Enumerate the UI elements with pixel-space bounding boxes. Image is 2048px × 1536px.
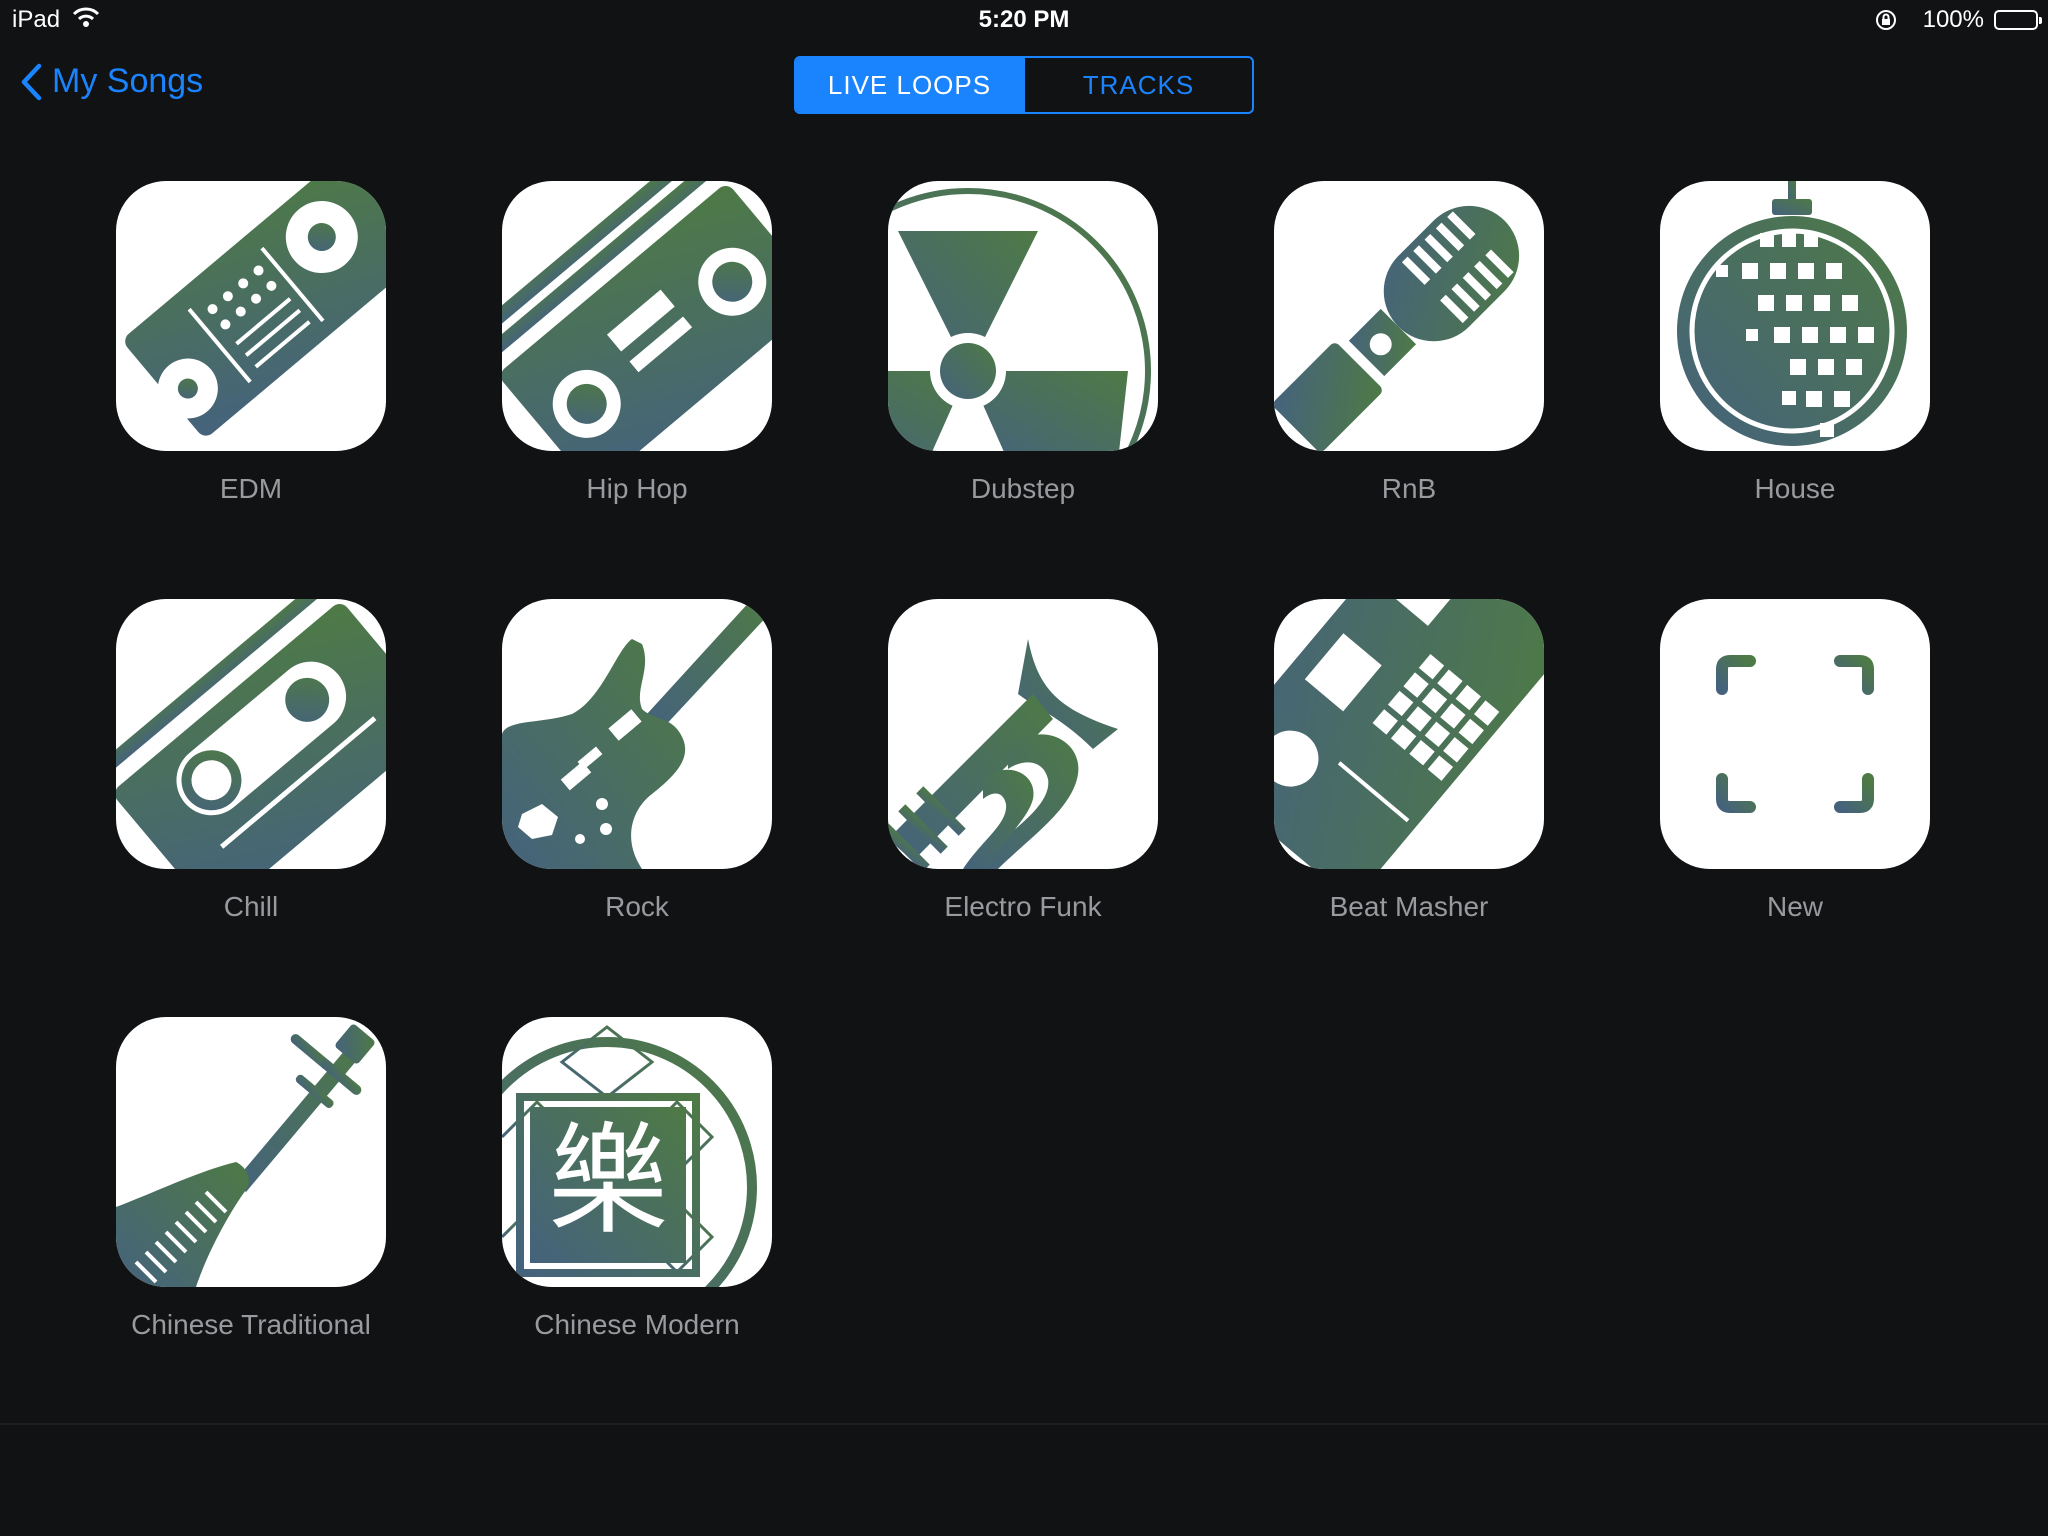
- template-label: EDM: [219, 473, 283, 504]
- segment-live-loops[interactable]: LIVE LOOPS: [796, 58, 1023, 112]
- template-hip-hop[interactable]: Hip Hop: [502, 181, 772, 505]
- template-new[interactable]: New: [1660, 599, 1930, 923]
- template-label: Beat Masher: [1329, 891, 1489, 922]
- template-label: Chinese Modern: [534, 1309, 740, 1340]
- segment-tracks[interactable]: TRACKS: [1023, 58, 1252, 112]
- dj-controller-icon: [116, 181, 386, 451]
- radiation-disc-icon: [888, 181, 1158, 451]
- template-house[interactable]: House: [1660, 181, 1930, 505]
- template-chinese-traditional[interactable]: Chinese Traditional: [116, 1017, 386, 1341]
- template-label: Electro Funk: [944, 891, 1102, 922]
- microphone-icon: [1274, 181, 1544, 451]
- chinese-music-character-icon: 樂: [502, 1017, 772, 1287]
- template-label: House: [1754, 473, 1836, 504]
- disco-ball-icon: [1660, 181, 1930, 451]
- rotation-lock-icon: [1874, 8, 1898, 37]
- clock: 5:20 PM: [978, 6, 1070, 33]
- chevron-left-icon: [21, 63, 42, 100]
- battery-percent: 100%: [1922, 6, 1984, 33]
- template-label: Dubstep: [970, 473, 1076, 504]
- template-label: Chinese Traditional: [131, 1309, 371, 1340]
- chinese-glyph: 樂: [548, 1112, 668, 1251]
- template-chinese-modern[interactable]: 樂 Chinese Modern: [502, 1017, 772, 1341]
- battery-icon: [1994, 10, 2042, 30]
- boombox-icon: [502, 181, 772, 451]
- pipa-icon: [116, 1017, 386, 1287]
- back-button[interactable]: My Songs: [20, 62, 203, 101]
- drum-pad-icon: [1274, 599, 1544, 869]
- electric-guitar-icon: [502, 599, 772, 869]
- template-rnb[interactable]: RnB: [1274, 181, 1544, 505]
- template-label: Rock: [605, 891, 669, 922]
- template-chill[interactable]: Chill: [116, 599, 386, 923]
- template-rock[interactable]: Rock: [502, 599, 772, 923]
- view-segmented-control: LIVE LOOPS TRACKS: [794, 56, 1254, 114]
- template-dubstep[interactable]: Dubstep: [888, 181, 1158, 505]
- template-electro-funk[interactable]: Electro Funk: [888, 599, 1158, 923]
- template-label: Chill: [223, 891, 279, 922]
- back-label: My Songs: [52, 62, 204, 100]
- cassette-player-icon: [116, 599, 386, 869]
- template-label: Hip Hop: [586, 473, 688, 504]
- bottom-divider: [0, 1423, 2048, 1425]
- template-label: RnB: [1381, 473, 1437, 504]
- trumpet-icon: [888, 599, 1158, 869]
- status-bar: iPad 5:20 PM 100%: [0, 0, 2048, 42]
- template-edm[interactable]: EDM: [116, 181, 386, 505]
- new-template-icon: [1660, 599, 1930, 869]
- template-label: New: [1766, 891, 1823, 922]
- template-beat-masher[interactable]: Beat Masher: [1274, 599, 1544, 923]
